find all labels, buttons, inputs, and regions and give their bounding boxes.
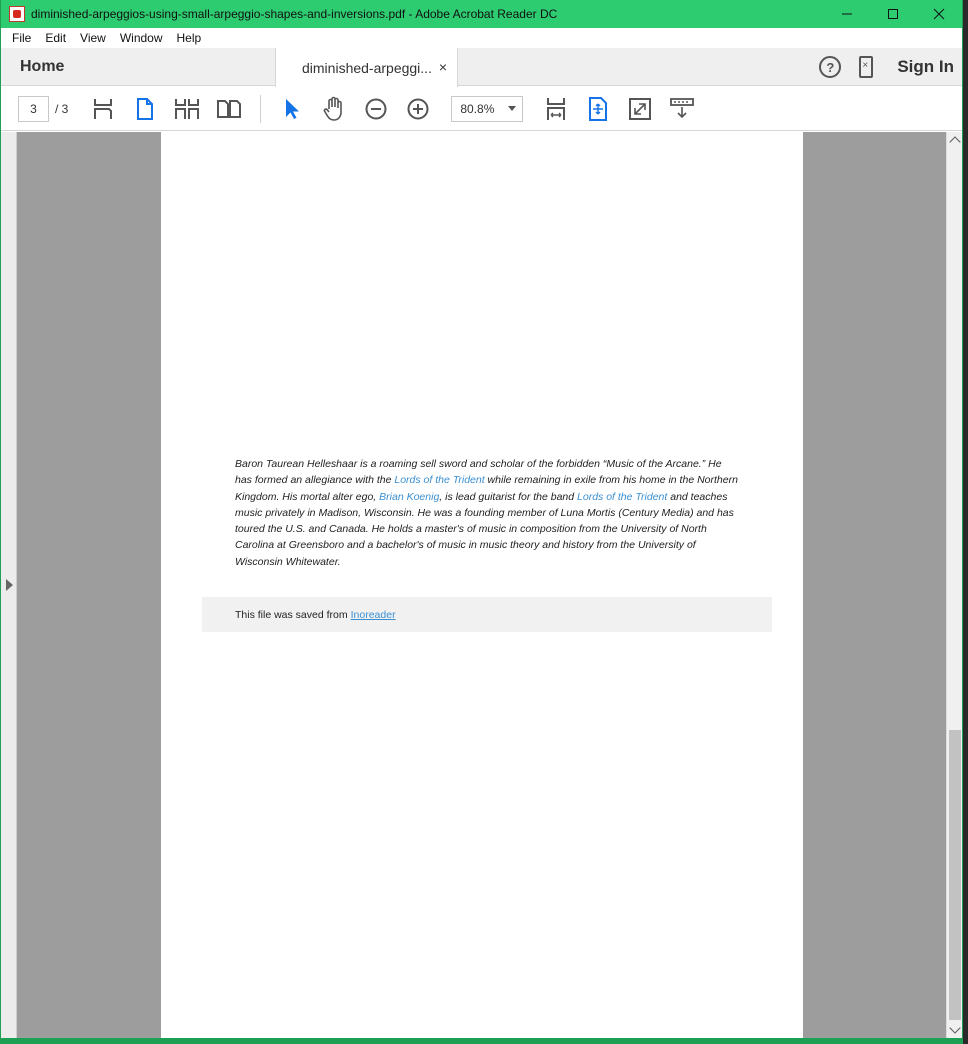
scroll-mode-icon bbox=[94, 98, 113, 119]
reading-mode-icon bbox=[670, 97, 695, 118]
window-title: diminished-arpeggios-using-small-arpeggi… bbox=[31, 7, 558, 21]
scroll-mode-button[interactable] bbox=[85, 94, 121, 124]
scroll-down-icon[interactable] bbox=[949, 1022, 961, 1034]
toolbar: 3 / 3 80.8% bbox=[1, 87, 962, 131]
window-controls bbox=[824, 0, 962, 28]
hand-tool-button[interactable] bbox=[316, 94, 352, 124]
two-page-button[interactable] bbox=[211, 94, 247, 124]
menu-view[interactable]: View bbox=[73, 31, 113, 45]
sign-in-button[interactable]: Sign In bbox=[897, 57, 954, 77]
cursor-arrow-icon bbox=[286, 98, 300, 119]
page-number-input[interactable]: 3 bbox=[18, 95, 49, 122]
close-icon bbox=[933, 8, 945, 20]
hand-icon bbox=[324, 96, 343, 121]
zoom-level-dropdown[interactable]: 80.8% bbox=[451, 95, 524, 122]
chevron-down-icon bbox=[508, 105, 517, 111]
page-total: / 3 bbox=[55, 101, 69, 116]
full-screen-icon bbox=[629, 97, 652, 120]
fit-page-icon bbox=[589, 96, 608, 121]
menu-file-label: File bbox=[12, 31, 32, 45]
acrobat-window: diminished-arpeggios-using-small-arpeggi… bbox=[0, 0, 963, 1044]
menu-edit-label: Edit bbox=[45, 31, 67, 45]
menu-edit[interactable]: Edit bbox=[38, 31, 73, 45]
tab-home[interactable]: Home bbox=[1, 48, 275, 86]
saved-from-text: This file was saved from bbox=[235, 608, 348, 621]
menu-help[interactable]: Help bbox=[170, 31, 209, 45]
menu-view-label: View bbox=[80, 31, 106, 45]
single-page-icon bbox=[137, 97, 154, 120]
scrollbar-thumb[interactable] bbox=[949, 730, 961, 1020]
link-lords-of-the-trident[interactable]: Lords of the Trident bbox=[577, 491, 667, 503]
toolbar-separator bbox=[260, 94, 262, 123]
maximize-icon bbox=[888, 9, 898, 19]
navigation-pane-toggle-strip[interactable] bbox=[1, 132, 17, 1038]
link-lords-of-the-trident[interactable]: Lords of the Trident bbox=[394, 474, 484, 486]
title-bar: diminished-arpeggios-using-small-arpeggi… bbox=[1, 0, 962, 28]
scroll-up-icon[interactable] bbox=[949, 136, 961, 148]
minimize-icon bbox=[842, 13, 852, 15]
tab-close-icon[interactable]: × bbox=[439, 59, 447, 75]
acrobat-app-icon bbox=[9, 6, 25, 22]
full-screen-button[interactable] bbox=[622, 94, 658, 124]
menu-help-label: Help bbox=[176, 31, 202, 45]
select-tool-button[interactable] bbox=[274, 94, 310, 124]
expand-panel-arrow-icon[interactable] bbox=[6, 579, 13, 591]
reading-mode-button[interactable] bbox=[664, 94, 700, 124]
bio-text: , is lead guitarist for the band bbox=[439, 490, 578, 503]
two-page-icon bbox=[217, 99, 242, 118]
window-bottom-edge bbox=[0, 1038, 963, 1044]
minimize-button[interactable] bbox=[824, 0, 870, 28]
zoom-level-value: 80.8% bbox=[460, 101, 495, 116]
tab-bar: Home diminished-arpeggi... × ? Sign In bbox=[1, 48, 962, 87]
zoom-out-button[interactable] bbox=[358, 94, 394, 124]
saved-from-box: This file was saved from Inoreader bbox=[202, 597, 772, 632]
tab-document[interactable]: diminished-arpeggi... × bbox=[275, 48, 458, 87]
two-page-scroll-icon bbox=[175, 98, 200, 119]
two-page-scroll-button[interactable] bbox=[169, 94, 205, 124]
pdf-page: Baron Taurean Helleshaar is a roaming se… bbox=[161, 132, 803, 1038]
fit-width-button[interactable] bbox=[538, 94, 574, 124]
author-bio: Baron Taurean Helleshaar is a roaming se… bbox=[235, 456, 740, 570]
menu-file[interactable]: File bbox=[5, 31, 38, 45]
vertical-scrollbar[interactable] bbox=[946, 132, 962, 1038]
zoom-in-button[interactable] bbox=[400, 94, 436, 124]
zoom-out-icon bbox=[365, 98, 387, 119]
help-icon[interactable]: ? bbox=[819, 56, 842, 78]
maximize-button[interactable] bbox=[870, 0, 916, 28]
mobile-link-icon[interactable] bbox=[859, 56, 874, 78]
menu-bar: File Edit View Window Help bbox=[1, 28, 962, 48]
fit-page-button[interactable] bbox=[580, 94, 616, 124]
link-brian-koenig[interactable]: Brian Koenig bbox=[379, 491, 439, 503]
close-window-button[interactable] bbox=[916, 0, 962, 28]
fit-width-icon bbox=[547, 97, 566, 120]
document-view[interactable]: Baron Taurean Helleshaar is a roaming se… bbox=[1, 132, 962, 1038]
tab-document-label: diminished-arpeggi... bbox=[302, 59, 432, 76]
menu-window-label: Window bbox=[119, 31, 163, 45]
zoom-in-icon bbox=[407, 98, 429, 119]
menu-window[interactable]: Window bbox=[113, 31, 170, 45]
tabbar-actions: ? Sign In bbox=[819, 48, 954, 86]
single-page-button[interactable] bbox=[127, 94, 163, 124]
inoreader-link[interactable]: Inoreader bbox=[351, 609, 396, 621]
